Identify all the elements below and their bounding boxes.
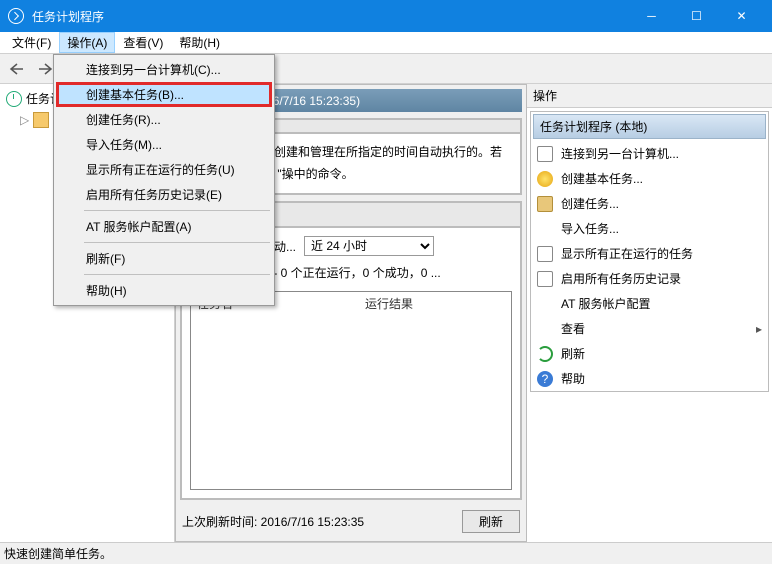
close-button[interactable]: ✕ xyxy=(719,0,764,32)
action-label: 刷新 xyxy=(561,345,585,362)
submenu-arrow-icon: ▸ xyxy=(756,322,762,336)
refresh-icon xyxy=(537,346,553,362)
action-label: 启用所有任务历史记录 xyxy=(561,270,681,287)
action-connect[interactable]: 连接到另一台计算机... xyxy=(531,141,768,166)
action-at-service[interactable]: AT 服务帐户配置 xyxy=(531,291,768,316)
menu-bar: 文件(F) 操作(A) 查看(V) 帮助(H) xyxy=(0,32,772,54)
import-icon xyxy=(537,221,553,237)
action-label: AT 服务帐户配置 xyxy=(561,295,651,312)
menu-show-running[interactable]: 显示所有正在运行的任务(U) xyxy=(56,157,272,182)
action-label: 查看 xyxy=(561,320,585,337)
actions-pane: 操作 任务计划程序 (本地) 连接到另一台计算机... 创建基本任务... 创建… xyxy=(526,84,772,542)
list-icon xyxy=(537,246,553,262)
arrow-right-icon xyxy=(36,62,54,76)
arrow-left-icon xyxy=(8,62,26,76)
action-enable-history[interactable]: 启用所有任务历史记录 xyxy=(531,266,768,291)
app-icon xyxy=(8,8,24,24)
menu-help[interactable]: 帮助(H) xyxy=(56,278,272,303)
action-label: 创建任务... xyxy=(561,195,619,212)
window-title: 任务计划程序 xyxy=(32,8,629,25)
minimize-button[interactable]: ─ xyxy=(629,0,674,32)
menu-enable-history[interactable]: 启用所有任务历史记录(E) xyxy=(56,182,272,207)
folder-icon xyxy=(33,112,49,128)
action-refresh[interactable]: 刷新 xyxy=(531,341,768,366)
history-icon xyxy=(537,271,553,287)
clock-icon xyxy=(6,91,22,107)
action-view[interactable]: 查看 ▸ xyxy=(531,316,768,341)
expand-icon[interactable]: ▷ xyxy=(20,113,29,127)
title-bar: 任务计划程序 ─ ☐ ✕ xyxy=(0,0,772,32)
task-icon xyxy=(537,196,553,212)
menu-file[interactable]: 文件(F) xyxy=(4,32,59,53)
menu-separator xyxy=(84,274,270,275)
menu-connect-computer[interactable]: 连接到另一台计算机(C)... xyxy=(56,57,272,82)
action-dropdown-menu: 连接到另一台计算机(C)... 创建基本任务(B)... 创建任务(R)... … xyxy=(53,54,275,306)
nav-back-button[interactable] xyxy=(4,60,30,78)
action-label: 显示所有正在运行的任务 xyxy=(561,245,693,262)
menu-at-service[interactable]: AT 服务帐户配置(A) xyxy=(56,214,272,239)
menu-refresh[interactable]: 刷新(F) xyxy=(56,246,272,271)
col-result: 运行结果 xyxy=(365,295,505,312)
action-label: 帮助 xyxy=(561,370,585,387)
menu-separator xyxy=(84,210,270,211)
actions-pane-title: 操作 xyxy=(527,84,772,108)
menu-action[interactable]: 操作(A) xyxy=(59,32,115,53)
action-label: 创建基本任务... xyxy=(561,170,643,187)
last-refresh-label: 上次刷新时间: 2016/7/16 15:23:35 xyxy=(182,513,462,530)
action-create-task[interactable]: 创建任务... xyxy=(531,191,768,216)
action-label: 导入任务... xyxy=(561,220,619,237)
menu-view[interactable]: 查看(V) xyxy=(115,32,171,53)
help-icon: ? xyxy=(537,371,553,387)
computer-icon xyxy=(537,146,553,162)
status-text: 快速创建简单任务。 xyxy=(4,545,112,562)
refresh-button[interactable]: 刷新 xyxy=(462,510,520,533)
action-help[interactable]: ? 帮助 xyxy=(531,366,768,391)
action-import-task[interactable]: 导入任务... xyxy=(531,216,768,241)
menu-separator xyxy=(84,242,270,243)
actions-group-title: 任务计划程序 (本地) xyxy=(533,114,766,139)
menu-import-task[interactable]: 导入任务(M)... xyxy=(56,132,272,157)
action-create-basic-task[interactable]: 创建基本任务... xyxy=(531,166,768,191)
action-label: 连接到另一台计算机... xyxy=(561,145,679,162)
view-icon xyxy=(537,321,553,337)
menu-help[interactable]: 帮助(H) xyxy=(171,32,228,53)
menu-create-task[interactable]: 创建任务(R)... xyxy=(56,107,272,132)
time-range-select[interactable]: 近 24 小时 xyxy=(304,236,434,256)
maximize-button[interactable]: ☐ xyxy=(674,0,719,32)
task-list[interactable]: 任务名 运行结果 xyxy=(190,291,512,490)
wizard-icon xyxy=(537,171,553,187)
blank-icon xyxy=(537,296,553,312)
menu-create-basic-task[interactable]: 创建基本任务(B)... xyxy=(56,82,272,107)
action-show-running[interactable]: 显示所有正在运行的任务 xyxy=(531,241,768,266)
status-bar: 快速创建简单任务。 xyxy=(0,542,772,564)
